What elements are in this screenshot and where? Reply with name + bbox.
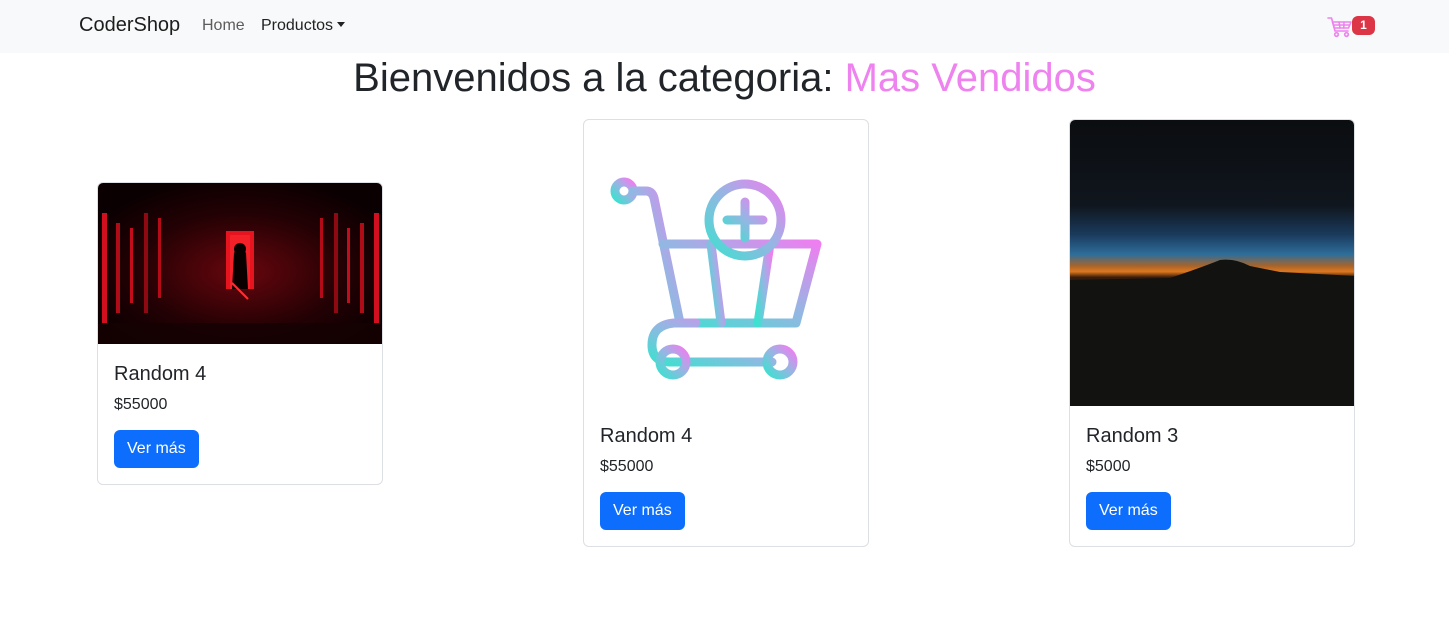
nav-dropdown-label: Productos (261, 17, 334, 34)
product-title: Random 4 (114, 363, 207, 385)
cart-plus-icon (610, 177, 822, 380)
ver-mas-button[interactable]: Ver más (1086, 492, 1171, 530)
product-price: $55000 (114, 396, 168, 413)
product-card: Random 4 $55000 Ver más (583, 119, 869, 547)
product-card: Random 3 $5000 Ver más (1069, 119, 1355, 547)
brand-link[interactable]: CoderShop (79, 14, 180, 37)
cart-widget[interactable]: 1 (1327, 15, 1377, 41)
product-card: Random 4 $55000 Ver más (97, 182, 383, 485)
page-title: Bienvenidos a la categoria: Mas Vendidos (0, 56, 1449, 101)
page-title-prefix: Bienvenidos a la categoria: (353, 56, 834, 100)
card-body: Random 4 $55000 Ver más (98, 344, 382, 484)
shopping-cart-icon (1327, 17, 1352, 38)
product-image (1070, 120, 1354, 406)
product-price: $5000 (1086, 458, 1131, 475)
product-image (584, 120, 868, 406)
card-body: Random 4 $55000 Ver más (584, 406, 868, 546)
product-price: $55000 (600, 458, 654, 475)
product-title: Random 3 (1086, 425, 1179, 447)
cart-count-badge: 1 (1352, 16, 1375, 35)
product-title: Random 4 (600, 425, 693, 447)
ver-mas-button[interactable]: Ver más (114, 430, 199, 468)
caret-down-icon (337, 22, 346, 27)
product-image (98, 183, 382, 344)
nav-link-home[interactable]: Home (202, 17, 245, 35)
nav-dropdown-productos[interactable]: Productos (261, 17, 346, 35)
card-body: Random 3 $5000 Ver más (1070, 406, 1354, 546)
navbar: CoderShop Home Productos 1 (0, 0, 1449, 53)
ver-mas-button[interactable]: Ver más (600, 492, 685, 530)
category-name: Mas Vendidos (844, 56, 1096, 100)
